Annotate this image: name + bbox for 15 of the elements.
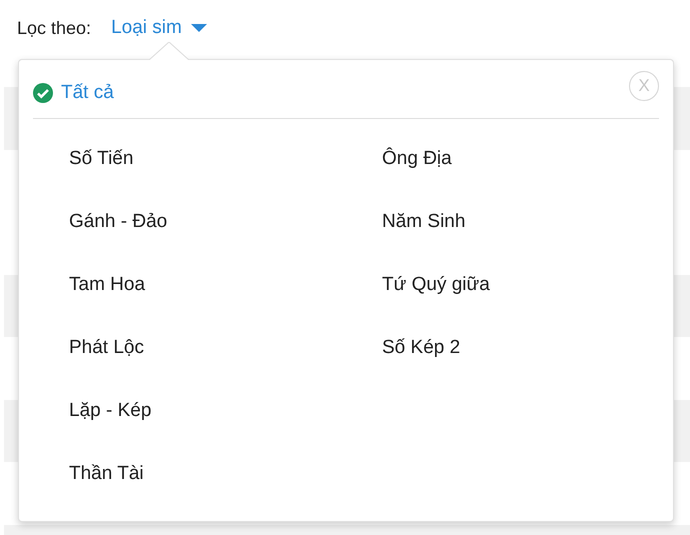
filter-option[interactable]: Gánh - Đảo [69,190,382,253]
all-option[interactable]: Tất cả [33,82,114,104]
check-circle-icon [33,83,53,103]
filter-option[interactable]: Tam Hoa [69,253,382,316]
filter-option[interactable]: Phát Lộc [69,316,382,379]
filter-label: Lọc theo: [17,18,92,38]
filter-option[interactable]: Thần Tài [69,442,382,505]
filter-option[interactable]: Lặp - Kép [69,379,382,442]
filter-option[interactable]: Ông Địa [382,127,673,190]
filter-option[interactable]: Tứ Quý giữa [382,253,673,316]
caret-icon [190,23,208,33]
filter-option[interactable]: Số Kép 2 [382,316,673,379]
filter-option[interactable]: Năm Sinh [382,190,673,253]
type-dropdown[interactable]: Loại sim [111,17,208,39]
filter-option[interactable]: Số Tiến [69,127,382,190]
